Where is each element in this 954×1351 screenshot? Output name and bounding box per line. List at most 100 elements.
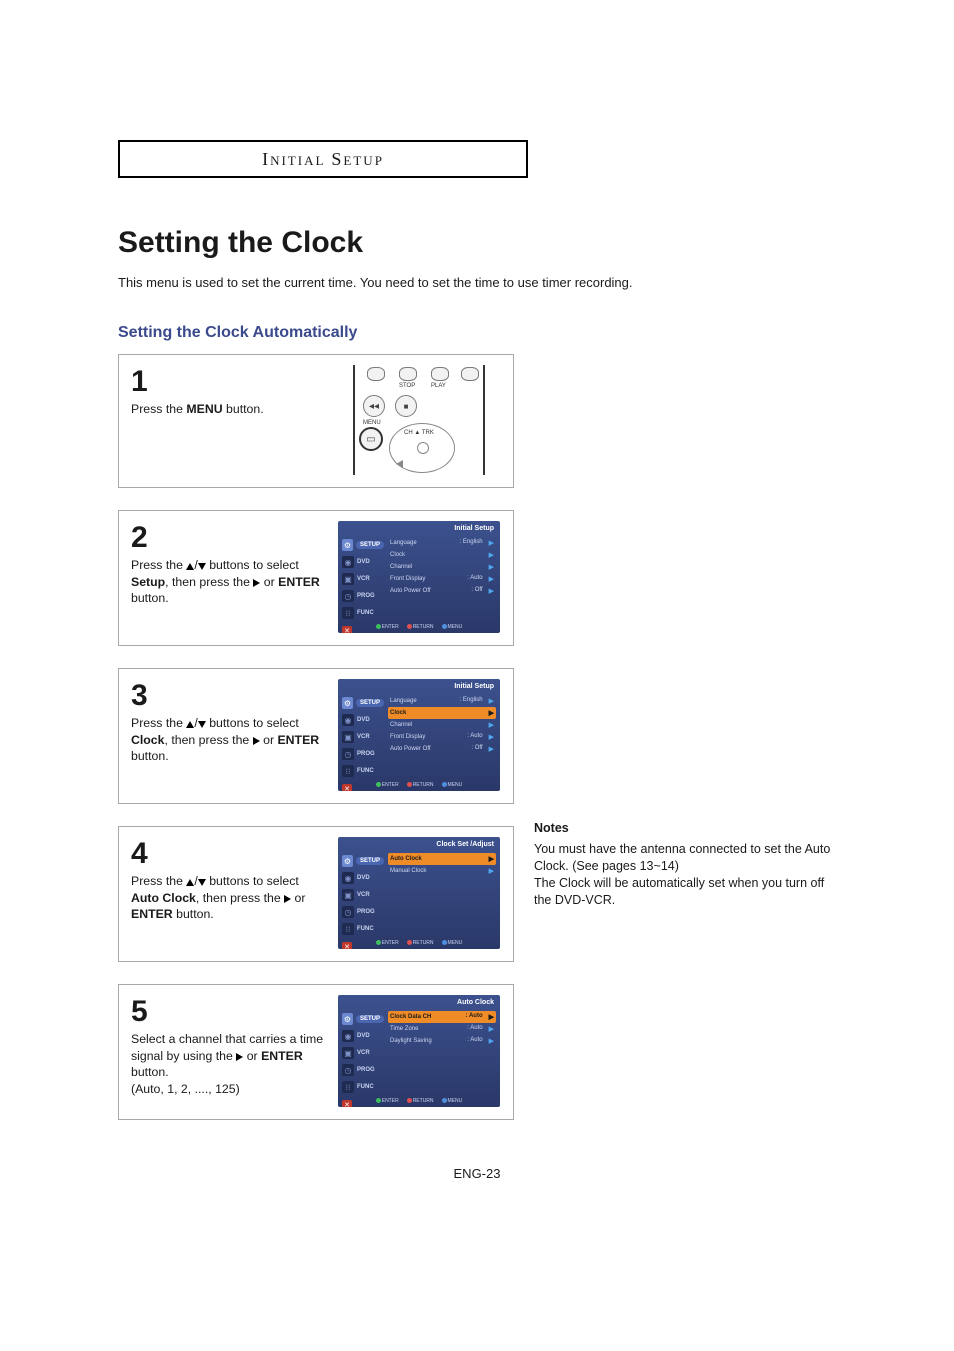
step-3-text: 3 Press the / buttons to select Clock, t… bbox=[119, 669, 337, 803]
osd-sidebar-label: VCR bbox=[357, 576, 370, 582]
step-1-bold: MENU bbox=[186, 402, 222, 416]
step-3-seg-d: or bbox=[260, 733, 278, 747]
step-2-bold-a: Setup bbox=[131, 575, 165, 589]
osd-sidebar-icon: ▣ bbox=[342, 731, 354, 743]
osd-sidebar-label: VCR bbox=[357, 1050, 370, 1056]
osd-row-label: Manual Clock bbox=[390, 868, 426, 874]
step-2-seg-a: Press the bbox=[131, 558, 186, 572]
osd-menu-row: Auto Power Off: Off▶ bbox=[388, 743, 496, 755]
osd-sidebar-item: ▣VCR bbox=[342, 571, 384, 587]
osd-sidebar-icon: ⚙ bbox=[342, 697, 353, 709]
step-3: 3 Press the / buttons to select Clock, t… bbox=[118, 668, 514, 804]
step-3-seg-c: , then press the bbox=[165, 733, 253, 747]
remote-button bbox=[431, 367, 449, 381]
osd-sidebar-label: FUNC bbox=[357, 610, 374, 616]
osd-menu-row: Front Display: Auto▶ bbox=[388, 573, 496, 585]
right-arrow-icon bbox=[253, 737, 260, 745]
osd-sidebar-item: ◷PROG bbox=[342, 1062, 384, 1078]
step-3-bold-a: Clock bbox=[131, 733, 165, 747]
chevron-right-icon: ▶ bbox=[489, 721, 494, 729]
remote-button bbox=[399, 367, 417, 381]
osd-row-label: Auto Power Off bbox=[390, 746, 431, 752]
step-2: 2 Press the / buttons to select Setup, t… bbox=[118, 510, 514, 646]
chevron-right-icon: ▶ bbox=[489, 733, 494, 741]
step-5-bold-a: ENTER bbox=[261, 1049, 303, 1063]
remote-rewind-button: ◂◂ bbox=[363, 395, 385, 417]
osd-sidebar-label: DVD bbox=[357, 559, 370, 565]
osd-footer-menu: MENU bbox=[442, 940, 463, 946]
step-5-seg-b: or bbox=[243, 1049, 261, 1063]
osd-sidebar-icon: ⁝⁝ bbox=[342, 923, 354, 935]
chevron-right-icon: ▶ bbox=[489, 563, 494, 571]
chevron-right-icon: ▶ bbox=[489, 697, 494, 705]
osd-menu-row: Language: English▶ bbox=[388, 695, 496, 707]
remote-menu-button: ▭ bbox=[359, 427, 383, 451]
step-2-seg-b: buttons to select bbox=[206, 558, 299, 572]
intro-s2: You need to set the time to use timer re… bbox=[360, 275, 633, 290]
osd-sidebar-item: ⁝⁝FUNC bbox=[342, 1079, 384, 1095]
osd-sidebar-icon: ◷ bbox=[342, 1064, 354, 1076]
osd-footer: ENTERRETURNMENU bbox=[338, 782, 500, 788]
chevron-right-icon: ▶ bbox=[489, 709, 494, 717]
osd-sidebar-icon: ⁝⁝ bbox=[342, 1081, 354, 1093]
osd-screen-clock: Initial Setup⚙SETUP◉DVD▣VCR◷PROG⁝⁝FUNC✕L… bbox=[338, 679, 500, 791]
osd-menu-row: Channel▶ bbox=[388, 561, 496, 573]
osd-row-label: Auto Clock bbox=[390, 856, 422, 862]
osd-sidebar-item: ⚙SETUP bbox=[342, 853, 384, 869]
osd-row-label: Language bbox=[390, 698, 417, 704]
step-4-figure: Clock Set /Adjust⚙SETUP◉DVD▣VCR◷PROG⁝⁝FU… bbox=[337, 827, 513, 961]
osd-row-label: Daylight Saving bbox=[390, 1038, 432, 1044]
osd-row-label: Channel bbox=[390, 722, 412, 728]
page-title: Setting the Clock bbox=[118, 226, 836, 260]
osd-row-value: : Auto bbox=[467, 733, 482, 741]
step-2-seg-e: button. bbox=[131, 591, 169, 605]
osd-sidebar-item: ◷PROG bbox=[342, 746, 384, 762]
step-2-bold-b: ENTER bbox=[278, 575, 320, 589]
step-4-number: 4 bbox=[131, 839, 327, 869]
osd-footer-menu: MENU bbox=[442, 782, 463, 788]
down-arrow-icon bbox=[198, 721, 206, 728]
osd-footer-enter: ENTER bbox=[376, 940, 399, 946]
osd-sidebar-icon: ⁝⁝ bbox=[342, 607, 354, 619]
remote-label-menu: MENU bbox=[363, 420, 381, 426]
osd-row-value: : Auto bbox=[467, 1025, 482, 1033]
osd-footer-return: RETURN bbox=[407, 782, 434, 788]
osd-row-value: : Off bbox=[471, 745, 482, 753]
osd-row-label: Front Display bbox=[390, 734, 425, 740]
step-3-number: 3 bbox=[131, 681, 327, 711]
osd-row-label: Clock Data CH bbox=[390, 1014, 431, 1020]
step-3-figure: Initial Setup⚙SETUP◉DVD▣VCR◷PROG⁝⁝FUNC✕L… bbox=[337, 669, 513, 803]
step-5: 5 Select a channel that carries a time s… bbox=[118, 984, 514, 1120]
osd-footer-return: RETURN bbox=[407, 1098, 434, 1104]
step-2-seg-c: , then press the bbox=[165, 575, 253, 589]
osd-sidebar-icon: ▣ bbox=[342, 1047, 354, 1059]
breadcrumb: INITIAL SETUP bbox=[118, 140, 528, 178]
osd-sidebar-icon: ⚙ bbox=[342, 855, 353, 867]
down-arrow-icon bbox=[198, 563, 206, 570]
osd-sidebar-label: SETUP bbox=[356, 541, 384, 549]
osd-title: Initial Setup bbox=[454, 525, 494, 532]
up-arrow-icon bbox=[186, 721, 194, 728]
osd-menu-row: Time Zone: Auto▶ bbox=[388, 1023, 496, 1035]
step-4-bold-b: ENTER bbox=[131, 907, 173, 921]
chevron-right-icon: ▶ bbox=[489, 1025, 494, 1033]
osd-footer: ENTERRETURNMENU bbox=[338, 1098, 500, 1104]
osd-sidebar-label: VCR bbox=[357, 734, 370, 740]
osd-row-value: : English bbox=[460, 539, 483, 547]
chevron-right-icon: ▶ bbox=[489, 551, 494, 559]
osd-screen-autoclock: Auto Clock⚙SETUP◉DVD▣VCR◷PROG⁝⁝FUNC✕Cloc… bbox=[338, 995, 500, 1107]
osd-footer-enter: ENTER bbox=[376, 1098, 399, 1104]
osd-sidebar-label: FUNC bbox=[357, 768, 374, 774]
osd-footer: ENTERRETURNMENU bbox=[338, 624, 500, 630]
osd-sidebar-icon: ⚙ bbox=[342, 1013, 353, 1025]
osd-sidebar-icon: ◉ bbox=[342, 556, 354, 568]
step-1-seg-b: button. bbox=[223, 402, 264, 416]
osd-sidebar-item: ⚙SETUP bbox=[342, 537, 384, 553]
step-3-seg-e: button. bbox=[131, 749, 169, 763]
step-3-bold-b: ENTER bbox=[277, 733, 319, 747]
chevron-right-icon: ▶ bbox=[489, 587, 494, 595]
osd-sidebar-item: ◉DVD bbox=[342, 712, 384, 728]
osd-menu-row: Channel ▶ bbox=[388, 719, 496, 731]
osd-menu-row: Clock▶ bbox=[388, 549, 496, 561]
remote-label-chtrk: CH ▲ TRK bbox=[404, 430, 434, 436]
